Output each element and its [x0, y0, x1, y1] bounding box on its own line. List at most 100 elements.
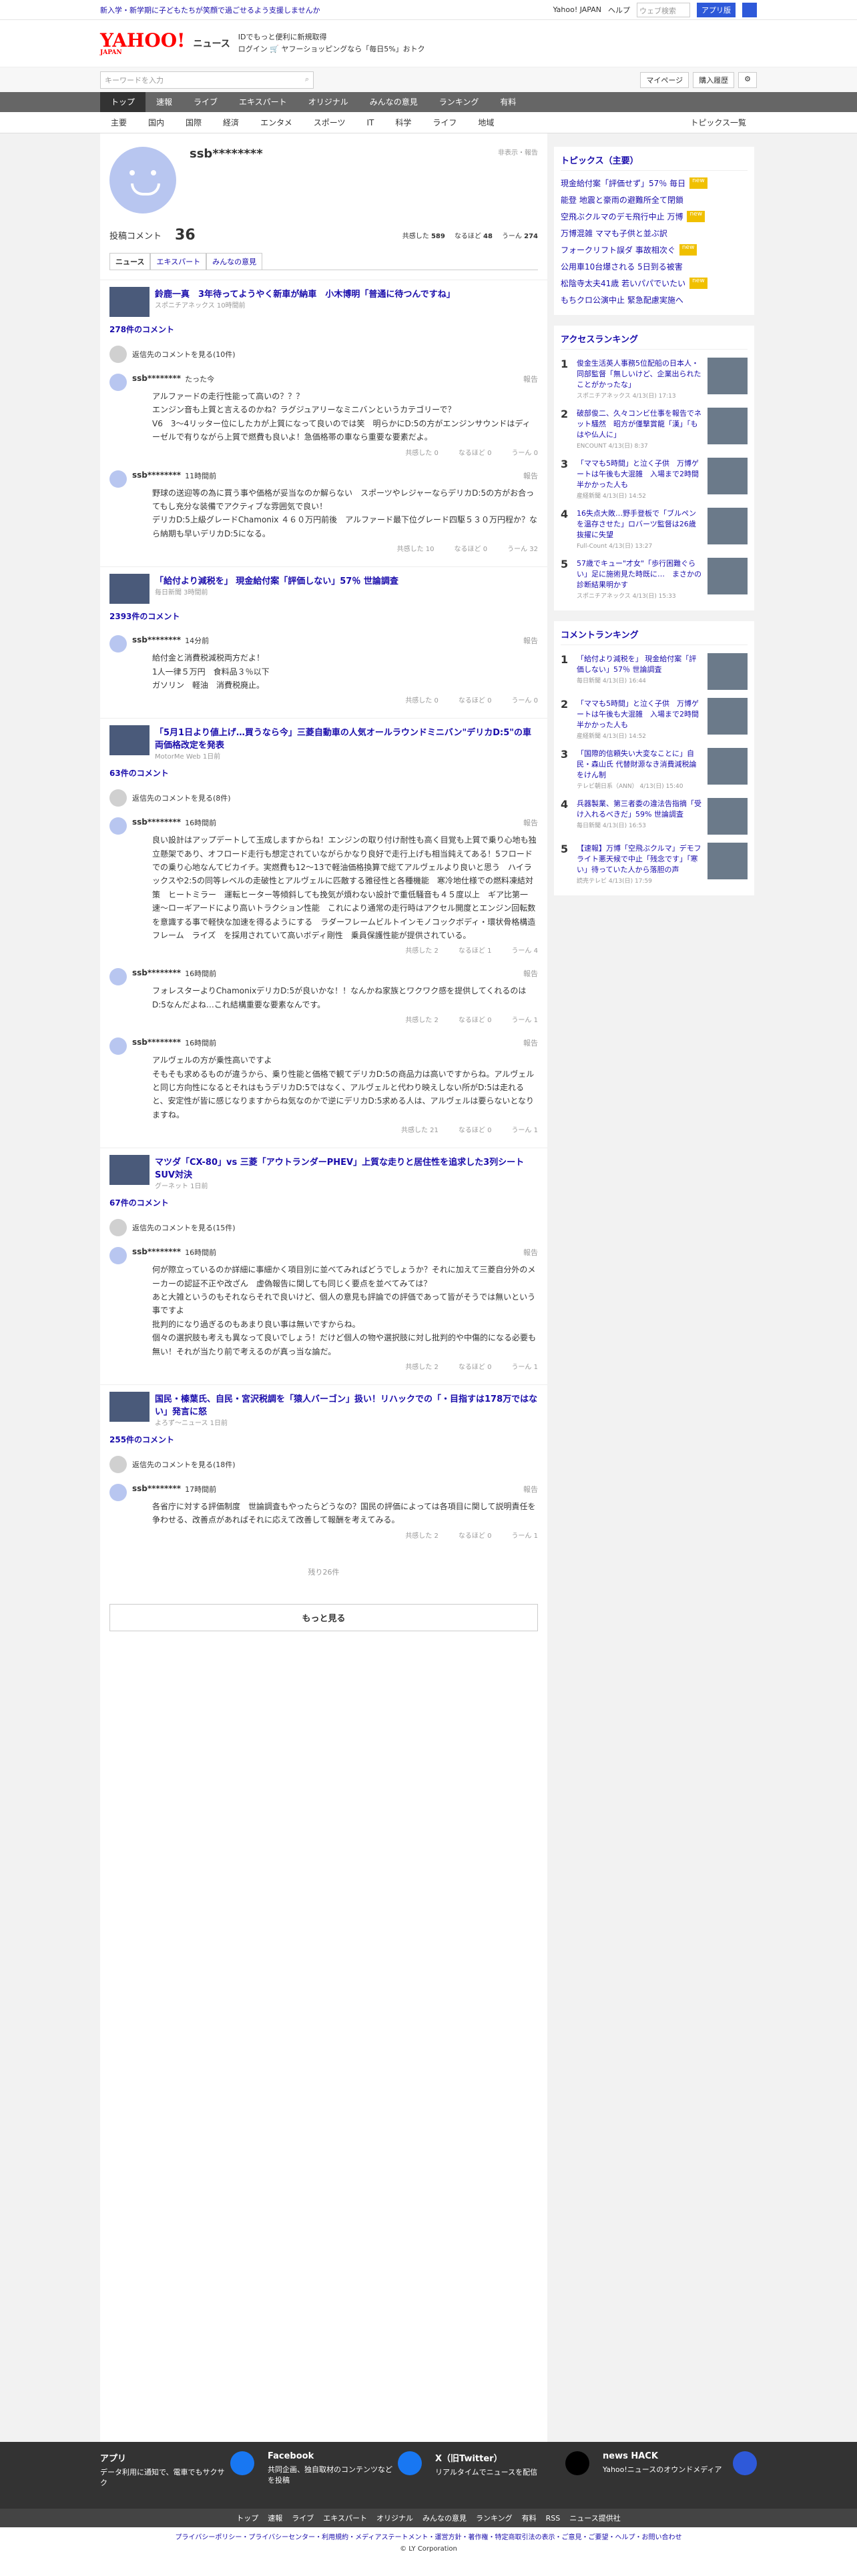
- article-title[interactable]: 「給付より減税を」 現金給付案「評価しない」57％ 世論調査: [155, 574, 398, 586]
- footer-nav-item[interactable]: みんなの意見: [422, 2513, 467, 2523]
- rank-thumbnail[interactable]: [707, 558, 748, 594]
- comment-user[interactable]: ssb********: [132, 968, 181, 979]
- article-thumbnail[interactable]: [109, 287, 150, 317]
- rank-title[interactable]: 「ママも5時間」と泣く子供 万博ゲートは午後も大混雑 入場まで2時間半かかった人…: [577, 458, 702, 500]
- topic-item[interactable]: 公用車10台爆される 5日到る被害: [561, 258, 748, 275]
- comment-user[interactable]: ssb********: [132, 1484, 181, 1494]
- comment-count-link[interactable]: 278件のコメント: [109, 324, 538, 335]
- comment-count-link[interactable]: 2393件のコメント: [109, 610, 538, 622]
- article-title[interactable]: マツダ「CX-80」vs 三菱「アウトランダーPHEV」上質な走りと居住性を追求…: [155, 1155, 538, 1180]
- topic-item[interactable]: 松陰寺太夫41歳 若いパパでいたい new: [561, 275, 748, 292]
- hide-report-link[interactable]: 非表示・報告: [498, 147, 538, 213]
- mypage-button[interactable]: マイページ: [640, 71, 689, 88]
- comment-user[interactable]: ssb********: [132, 470, 181, 481]
- topic-title[interactable]: 公用車10台爆される 5日到る被害: [561, 261, 683, 272]
- news-search-input[interactable]: キーワードを入力 ⌕: [100, 71, 314, 89]
- empathy-button[interactable]: 共感した 2: [405, 945, 439, 955]
- comment-user[interactable]: ssb********: [132, 1247, 181, 1258]
- ranking-item[interactable]: 1 俊金生活英人事務5位配船の日本人・同部監督「無しいけど、企業出られたことがかっ…: [561, 354, 748, 404]
- ranking-item[interactable]: 3 「国際的信頼失い大変なことに」自民・森山氏 代替財源なき消費減税論をけん制 テレ…: [561, 744, 748, 794]
- naruhodo-button[interactable]: なるほど 0: [459, 1124, 492, 1134]
- reply-parent-label[interactable]: 返信先のコメントを見る(10件): [132, 349, 236, 360]
- article-thumbnail[interactable]: [109, 1155, 150, 1186]
- empathy-button[interactable]: 共感した 2: [405, 1014, 439, 1024]
- rank-title[interactable]: 16失点大敗…野手登板で「ブルペンを温存させた」ロバーツ監督は26歳抜擢に失望 F…: [577, 508, 702, 550]
- rank-thumbnail[interactable]: [707, 408, 748, 444]
- cat-it[interactable]: IT: [356, 118, 384, 127]
- yahoo-logo[interactable]: YAHOO! JAPAN: [100, 31, 185, 56]
- cat-science[interactable]: 科学: [384, 117, 422, 128]
- empathy-button[interactable]: 共感した 0: [405, 695, 439, 705]
- signup-msg[interactable]: IDでもっと便利に新規取得: [238, 31, 425, 43]
- cat-life[interactable]: ライフ: [422, 117, 467, 128]
- report-link[interactable]: 報告: [523, 1484, 538, 1494]
- cat-entertainment[interactable]: エンタメ: [250, 117, 303, 128]
- topic-item[interactable]: 能登 地震と豪雨の避難所全て閉鎖: [561, 191, 748, 208]
- purchase-history-button[interactable]: 購入履歴: [693, 71, 735, 88]
- report-link[interactable]: 報告: [523, 635, 538, 646]
- search-icon[interactable]: [742, 2, 757, 17]
- naruhodo-button[interactable]: なるほど 0: [459, 695, 492, 705]
- ranking-item[interactable]: 3 「ママも5時間」と泣く子供 万博ゲートは午後も大混雑 入場まで2時間半かかった…: [561, 454, 748, 504]
- comment-count-link[interactable]: 255件のコメント: [109, 1434, 538, 1445]
- rank-title[interactable]: 俊金生活英人事務5位配船の日本人・同部監督「無しいけど、企業出られたことがかった…: [577, 358, 702, 400]
- nav-breaking[interactable]: 速報: [146, 92, 183, 112]
- uun-button[interactable]: うーん 1: [511, 1124, 538, 1134]
- comment-user[interactable]: ssb********: [132, 817, 181, 828]
- footer-legal-links[interactable]: プライバシーポリシー・プライバシーセンター・利用規約・メディアステートメント・運…: [0, 2527, 857, 2545]
- uun-button[interactable]: うーん 1: [511, 1014, 538, 1024]
- article-title[interactable]: 「5月1日より値上げ…買うなら今」三菱自動車の人気オールラウンドミニバン"デリカ…: [155, 725, 538, 751]
- comment-user[interactable]: ssb********: [132, 635, 181, 646]
- reply-parent-label[interactable]: 返信先のコメントを見る(15件): [132, 1222, 236, 1233]
- ranking-item[interactable]: 5 【速報】万博「空飛ぶクルマ」デモフライト悪天候で中止「残念です」「寒い」待って…: [561, 839, 748, 889]
- topic-title[interactable]: 万博混雑 ママも子供と並ぶ訳: [561, 228, 667, 239]
- uun-button[interactable]: うーん 32: [507, 543, 538, 553]
- topic-title[interactable]: 能登 地震と豪雨の避難所全て閉鎖: [561, 194, 683, 205]
- topic-item[interactable]: フォークリフト誤ダ 事故相次ぐ new: [561, 242, 748, 258]
- cat-sports[interactable]: スポーツ: [303, 117, 356, 128]
- nav-original[interactable]: オリジナル: [298, 92, 359, 112]
- nav-live[interactable]: ライブ: [183, 92, 228, 112]
- topic-title[interactable]: もちクロ公演中止 緊急配慮実施へ: [561, 294, 683, 306]
- topic-item[interactable]: もちクロ公演中止 緊急配慮実施へ: [561, 292, 748, 308]
- ranking-item[interactable]: 4 16失点大敗…野手登板で「ブルペンを温存させた」ロバーツ監督は26歳抜擢に失望…: [561, 504, 748, 554]
- nav-expert[interactable]: エキスパート: [228, 92, 298, 112]
- topic-item[interactable]: 空飛ぶクルマのデモ飛行中止 万博 new: [561, 208, 748, 225]
- rank-title[interactable]: 兵器製業、第三者委の違法告指摘「受け入れるべきだ」59% 世論調査 毎日新聞 4/…: [577, 798, 702, 829]
- footer-x[interactable]: X（旧Twitter） リアルタイムでニュースを配信: [435, 2451, 589, 2499]
- naruhodo-button[interactable]: なるほど 1: [459, 945, 492, 955]
- nav-top[interactable]: トップ: [100, 92, 146, 112]
- reply-parent-label[interactable]: 返信先のコメントを見る(18件): [132, 1459, 236, 1470]
- report-link[interactable]: 報告: [523, 470, 538, 481]
- empathy-button[interactable]: 共感した 2: [405, 1530, 439, 1540]
- reply-parent-label[interactable]: 返信先のコメントを見る(8件): [132, 793, 231, 803]
- topic-title[interactable]: フォークリフト誤ダ 事故相次ぐ: [561, 244, 675, 256]
- help-link[interactable]: ヘルプ: [608, 5, 630, 15]
- rank-thumbnail[interactable]: [707, 748, 748, 785]
- topics-list-link[interactable]: トピックス一覧: [679, 117, 757, 128]
- topic-item[interactable]: 万博混雑 ママも子供と並ぶ訳: [561, 225, 748, 242]
- ranking-item[interactable]: 2 破部俊二、久々コンビ仕事を報告でネット騒然 昭方が僅撃賞龍「漢」「もはや仏人に…: [561, 404, 748, 454]
- footer-nav-item[interactable]: ライブ: [292, 2513, 314, 2523]
- footer-nav-item[interactable]: RSS: [546, 2514, 561, 2523]
- report-link[interactable]: 報告: [523, 817, 538, 828]
- article-thumbnail[interactable]: [109, 574, 150, 604]
- naruhodo-button[interactable]: なるほど 0: [455, 543, 488, 553]
- article-thumbnail[interactable]: [109, 1391, 150, 1422]
- uun-button[interactable]: うーん 4: [511, 945, 538, 955]
- search-icon[interactable]: ⌕: [305, 75, 309, 85]
- app-button[interactable]: アプリ版: [697, 2, 736, 17]
- empathy-button[interactable]: 共感した 10: [397, 543, 435, 553]
- uun-button[interactable]: うーん 0: [511, 695, 538, 705]
- uun-button[interactable]: うーん 0: [511, 447, 538, 457]
- topic-title[interactable]: 空飛ぶクルマのデモ飛行中止 万博: [561, 211, 683, 222]
- rank-title[interactable]: 57歳でキュー"才女"「歩行困難ぐらい」足に施術見た時既に… まさかの診断結果明…: [577, 558, 702, 600]
- naruhodo-button[interactable]: なるほど 0: [459, 447, 492, 457]
- comment-user[interactable]: ssb********: [132, 1037, 181, 1048]
- view-reply-parent[interactable]: 返信先のコメントを見る(15件): [109, 1215, 538, 1240]
- nav-ranking[interactable]: ランキング: [429, 92, 490, 112]
- footer-nav-item[interactable]: オリジナル: [376, 2513, 413, 2523]
- nav-opinions[interactable]: みんなの意見: [359, 92, 429, 112]
- ranking-item[interactable]: 2 「ママも5時間」と泣く子供 万博ゲートは午後も大混雑 入場まで2時間半かかった…: [561, 694, 748, 744]
- view-reply-parent[interactable]: 返信先のコメントを見る(18件): [109, 1452, 538, 1477]
